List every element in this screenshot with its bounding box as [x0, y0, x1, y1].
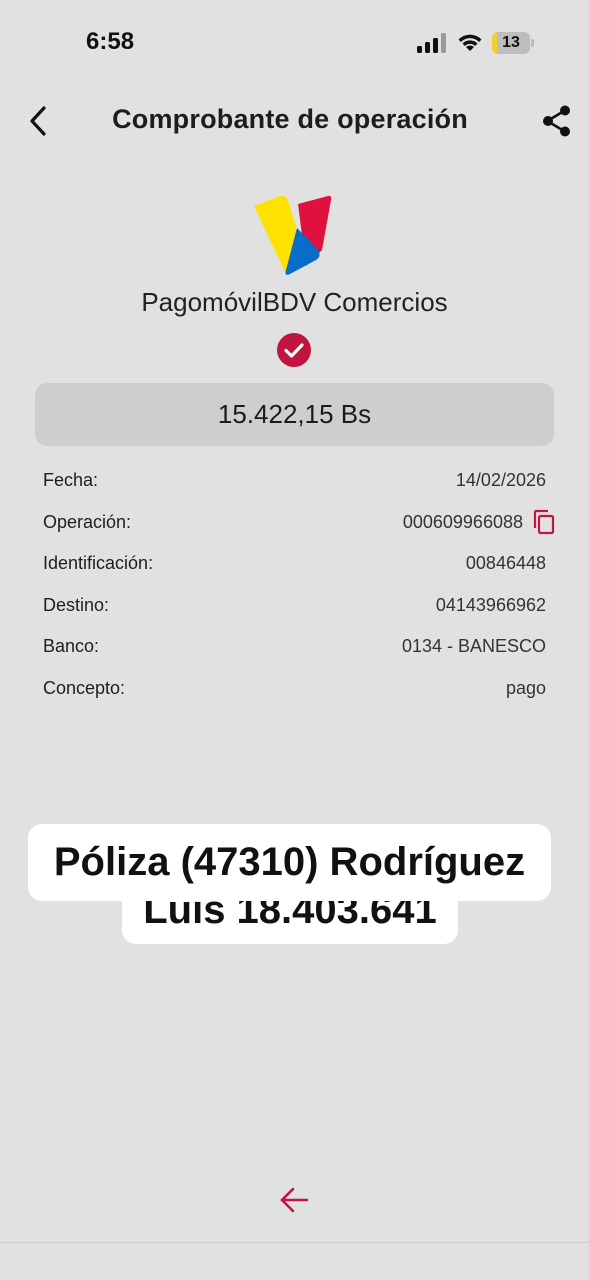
pagomovil-logo	[254, 195, 332, 275]
status-time: 6:58	[86, 28, 135, 55]
detail-row-operacion: Operación: 000609966088	[43, 502, 555, 544]
detail-value: 0134 - BANESCO	[401, 636, 546, 657]
detail-value: 04143966962	[435, 594, 546, 615]
amount-box: 15.422,15 Bs	[35, 383, 554, 446]
detail-label: Identificación:	[43, 553, 154, 574]
detail-row-banco: Banco: 0134 - BANESCO	[43, 626, 553, 668]
detail-label: Concepto:	[43, 677, 126, 698]
battery-level: 13	[502, 34, 520, 51]
wifi-icon	[458, 34, 482, 51]
detail-label: Destino:	[43, 594, 110, 615]
bottom-back-button[interactable]	[278, 1184, 310, 1216]
detail-value: pago	[505, 677, 546, 698]
detail-label: Operación:	[43, 511, 132, 532]
operation-details: Fecha: 14/02/2026 Operación: 00060996608…	[43, 460, 555, 710]
share-button[interactable]	[540, 104, 574, 138]
copy-icon[interactable]	[531, 509, 557, 535]
brand-name: PagomóvilBDV Comercios	[141, 287, 448, 317]
amount-value: 15.422,15 Bs	[217, 399, 372, 429]
bottom-divider	[0, 1242, 589, 1243]
detail-value: 000609966088	[402, 511, 523, 532]
caption-text-1: Póliza (47310) Rodríguez	[53, 840, 526, 884]
detail-row-concepto: Concepto: pago	[43, 668, 553, 710]
page-title: Comprobante de operación	[112, 104, 468, 134]
detail-row-destino: Destino: 04143966962	[43, 585, 553, 627]
detail-value: 00846448	[465, 553, 546, 574]
check-circle-icon	[277, 333, 311, 367]
battery-icon: 13	[492, 32, 534, 54]
detail-value: 14/02/2026	[455, 470, 546, 491]
detail-row-fecha: Fecha: 14/02/2026	[43, 460, 553, 502]
detail-label: Fecha:	[43, 470, 99, 491]
back-button[interactable]	[22, 102, 56, 140]
detail-row-identificacion: Identificación: 00846448	[43, 543, 553, 585]
status-bar: 6:58 13	[0, 0, 589, 88]
arrow-left-icon	[280, 1187, 309, 1213]
chevron-left-icon	[30, 106, 46, 136]
share-icon	[543, 105, 570, 137]
caption-line-1: Póliza (47310) Rodríguez	[28, 824, 551, 901]
signal-icon	[417, 33, 446, 53]
detail-label: Banco:	[43, 636, 100, 657]
